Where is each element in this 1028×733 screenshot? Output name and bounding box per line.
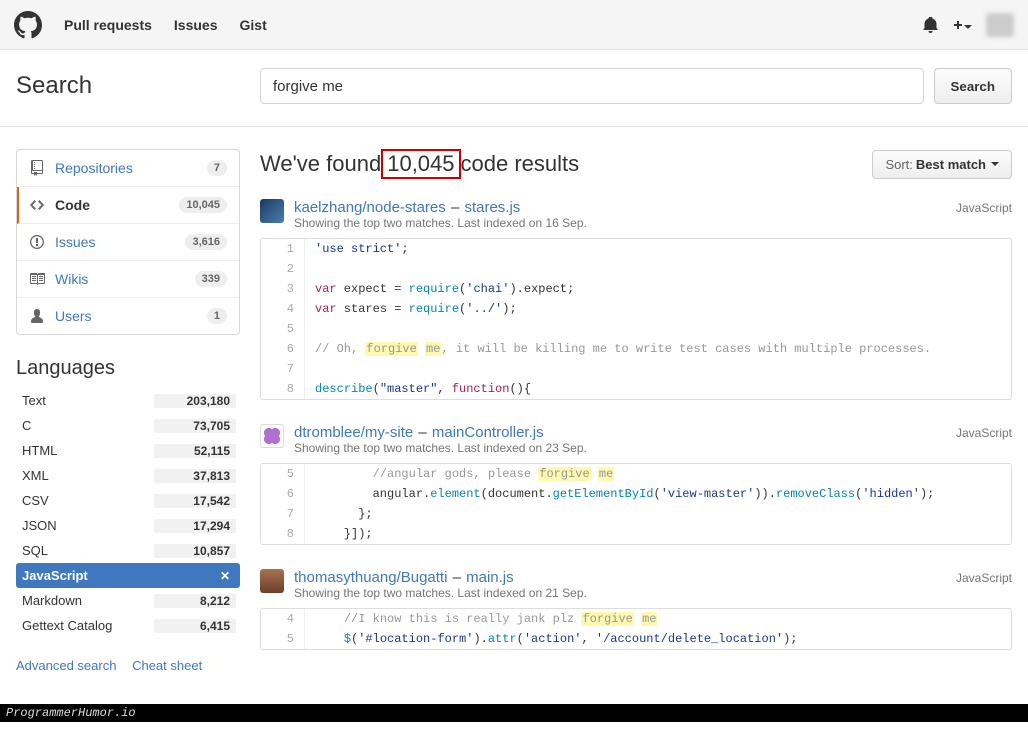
user-avatar[interactable] [986,13,1014,37]
result-item: dtromblee/my-site – mainController.js Sh… [260,424,1012,545]
repo-avatar[interactable] [260,569,284,593]
nav-wikis[interactable]: Wikis 339 [17,261,239,298]
file-link[interactable]: main.js [466,569,514,586]
topnav-pull-requests[interactable]: Pull requests [54,11,162,39]
lang-gettext[interactable]: Gettext Catalog6,415 [16,613,240,638]
lang-html[interactable]: HTML52,115 [16,438,240,463]
languages-heading: Languages [16,357,240,380]
lang-json[interactable]: JSON17,294 [16,513,240,538]
nav-wikis-count: 339 [195,271,227,287]
topnav-gist[interactable]: Gist [230,11,277,39]
chevron-down-icon [991,162,999,170]
file-link[interactable]: stares.js [464,199,520,216]
result-language: JavaScript [956,199,1012,215]
code-snippet[interactable]: 1'use strict'; 2 3var expect = require('… [260,238,1012,400]
repo-link[interactable]: dtromblee/my-site [294,424,413,441]
topnav-issues[interactable]: Issues [164,11,228,39]
result-language: JavaScript [956,424,1012,440]
nav-issues-count: 3,616 [185,234,227,250]
advanced-search-link[interactable]: Advanced search [16,658,116,673]
lang-csv[interactable]: CSV17,542 [16,488,240,513]
results-header: We've found 10,045 code results Sort: Be… [260,149,1012,179]
search-type-nav: Repositories 7 Code 10,045 Issues 3,616 … [16,149,240,335]
search-button[interactable]: Search [934,68,1012,104]
book-icon [29,271,45,287]
lang-javascript[interactable]: JavaScript✕ [16,563,240,588]
search-input[interactable] [260,68,924,104]
sort-button[interactable]: Sort: Best match [872,150,1012,179]
content: Repositories 7 Code 10,045 Issues 3,616 … [0,127,1028,704]
nav-users[interactable]: Users 1 [17,298,239,334]
lang-xml[interactable]: XML37,813 [16,463,240,488]
lang-sql[interactable]: SQL10,857 [16,538,240,563]
cheat-sheet-link[interactable]: Cheat sheet [132,658,202,673]
nav-repositories-label: Repositories [55,160,207,176]
nav-code-count: 10,045 [179,197,227,213]
nav-issues[interactable]: Issues 3,616 [17,224,239,261]
repo-avatar[interactable] [260,424,284,448]
language-list: Text203,180 C73,705 HTML52,115 XML37,813… [16,388,240,638]
file-link[interactable]: mainController.js [432,424,544,441]
code-snippet[interactable]: 5 //angular gods, please forgive me 6 an… [260,463,1012,545]
nav-users-label: Users [55,308,207,324]
notifications-icon[interactable] [923,17,938,33]
nav-issues-label: Issues [55,234,185,250]
result-language: JavaScript [956,569,1012,585]
close-icon[interactable]: ✕ [154,569,236,583]
nav-code-label: Code [55,197,179,213]
lang-c[interactable]: C73,705 [16,413,240,438]
result-subtext: Showing the top two matches. Last indexe… [294,441,587,455]
github-logo[interactable] [14,11,42,39]
result-item: thomasythuang/Bugatti – main.js Showing … [260,569,1012,650]
repo-avatar[interactable] [260,199,284,223]
sidebar: Repositories 7 Code 10,045 Issues 3,616 … [16,127,260,674]
search-row: Search Search [0,50,1028,127]
person-icon [29,308,45,324]
topbar-right [923,13,1014,37]
watermark: ProgrammerHumor.io [0,704,1028,722]
create-new-icon[interactable] [952,17,972,33]
nav-users-count: 1 [207,308,227,324]
result-subtext: Showing the top two matches. Last indexe… [294,586,587,600]
nav-repositories-count: 7 [207,160,227,176]
topnav: Pull requests Issues Gist [54,11,277,39]
result-subtext: Showing the top two matches. Last indexe… [294,216,587,230]
nav-code[interactable]: Code 10,045 [17,187,239,224]
code-snippet[interactable]: 4 //I know this is really jank plz forgi… [260,608,1012,650]
issue-icon [29,234,45,250]
nav-repositories[interactable]: Repositories 7 [17,150,239,187]
lang-text[interactable]: Text203,180 [16,388,240,413]
code-icon [29,197,45,213]
side-links: Advanced search Cheat sheet [16,658,240,673]
nav-wikis-label: Wikis [55,271,195,287]
repo-link[interactable]: thomasythuang/Bugatti [294,569,447,586]
repo-icon [29,160,45,176]
results-main: We've found 10,045 code results Sort: Be… [260,127,1012,674]
results-count-box: 10,045 [381,149,460,179]
topbar: Pull requests Issues Gist [0,0,1028,50]
result-item: kaelzhang/node-stares – stares.js Showin… [260,199,1012,400]
lang-markdown[interactable]: Markdown8,212 [16,588,240,613]
search-form: Search [260,68,1012,104]
search-title: Search [16,72,260,100]
results-heading: We've found 10,045 code results [260,149,579,179]
repo-link[interactable]: kaelzhang/node-stares [294,199,446,216]
